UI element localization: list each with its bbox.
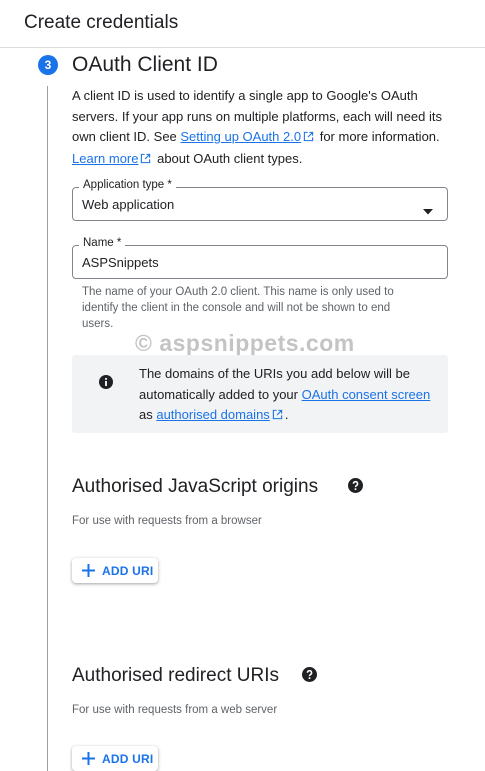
page-header: Create credentials	[0, 0, 485, 48]
page-title: Create credentials	[24, 12, 179, 33]
external-link-icon	[140, 150, 151, 171]
info-text-part: .	[284, 407, 289, 422]
add-js-origin-uri-button[interactable]: ADD URI	[72, 558, 158, 583]
application-type-label: Application type *	[79, 179, 176, 191]
help-icon[interactable]	[302, 667, 317, 687]
plus-icon	[82, 752, 95, 768]
step-description: A client ID is used to identify a single…	[72, 86, 452, 170]
add-uri-label: ADD URI	[102, 564, 154, 578]
add-uri-label: ADD URI	[102, 752, 154, 766]
name-field-label: Name *	[79, 237, 126, 249]
name-field-hint: The name of your OAuth 2.0 client. This …	[82, 286, 394, 330]
description-text: for more information.	[316, 129, 440, 144]
learn-more-link[interactable]: Learn more	[72, 151, 138, 166]
js-origins-title: Authorised JavaScript origins	[72, 476, 319, 497]
application-type-value: Web application	[82, 197, 175, 212]
info-text: The domains of the URIs you add below wi…	[139, 364, 439, 427]
external-link-icon	[272, 406, 283, 427]
dropdown-arrow-icon[interactable]	[423, 202, 433, 220]
step-number-badge: 3	[38, 55, 58, 75]
js-origins-subtitle: For use with requests from a browser	[72, 515, 262, 527]
name-field-value: ASPSnippets	[82, 255, 159, 270]
authorised-domains-link[interactable]: authorised domains	[156, 407, 269, 422]
step-connector-line	[47, 86, 48, 771]
description-text: about OAuth client types.	[153, 150, 303, 166]
setting-up-oauth-link[interactable]: Setting up OAuth 2.0	[180, 129, 301, 144]
plus-icon	[82, 564, 95, 580]
help-icon[interactable]	[348, 478, 363, 498]
step-title: OAuth Client ID	[72, 53, 218, 76]
watermark: © aspsnippets.com	[135, 330, 355, 356]
oauth-consent-screen-link[interactable]: OAuth consent screen	[302, 387, 431, 402]
application-type-select[interactable]: Application type * Web application	[72, 179, 448, 221]
name-field[interactable]: Name * ASPSnippets	[72, 237, 448, 279]
info-icon	[99, 375, 113, 394]
info-text-part: as	[139, 407, 157, 422]
external-link-icon	[303, 128, 314, 149]
redirect-uris-subtitle: For use with requests from a web server	[72, 704, 278, 716]
redirect-uris-title: Authorised redirect URIs	[72, 665, 279, 686]
add-redirect-uri-button[interactable]: ADD URI	[72, 746, 158, 771]
info-banner: The domains of the URIs you add below wi…	[72, 355, 448, 433]
